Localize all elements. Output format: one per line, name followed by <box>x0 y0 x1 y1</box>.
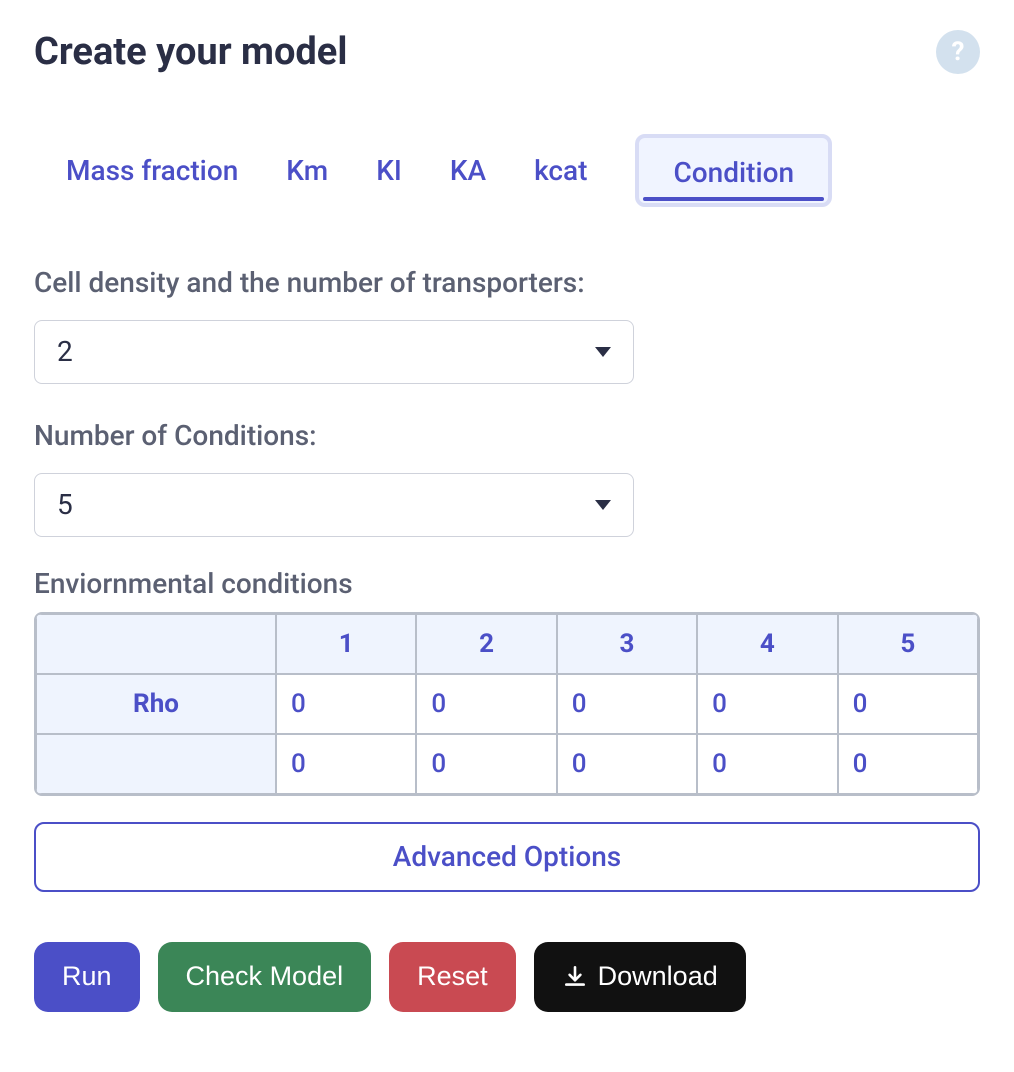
table-cell[interactable]: 0 <box>557 734 697 794</box>
cell-value: 0 <box>417 689 555 719</box>
check-model-button[interactable]: Check Model <box>158 942 372 1012</box>
tab-ka[interactable]: KA <box>450 144 486 197</box>
row-header-rho: Rho <box>36 674 276 734</box>
table-row: 0 0 0 0 0 <box>36 734 978 794</box>
tab-ki[interactable]: KI <box>376 144 402 197</box>
col-header-5: 5 <box>838 614 978 674</box>
cell-value: 0 <box>277 689 415 719</box>
table-cell[interactable]: 0 <box>557 674 697 734</box>
tab-condition[interactable]: Condition <box>635 134 832 207</box>
cell-value: 0 <box>558 749 696 779</box>
page-title: Create your model <box>34 30 347 74</box>
cell-density-value: 2 <box>57 335 73 368</box>
cell-value: 0 <box>698 749 836 779</box>
help-icon[interactable]: ? <box>936 30 980 74</box>
tabs-row: Mass fraction Km KI KA kcat Condition <box>34 134 980 207</box>
col-header-2: 2 <box>416 614 556 674</box>
table-cell[interactable]: 0 <box>276 674 416 734</box>
table-row: Rho 0 0 0 0 0 <box>36 674 978 734</box>
tab-mass-fraction[interactable]: Mass fraction <box>66 144 238 197</box>
table-corner-header <box>36 614 276 674</box>
env-conditions-table: 1 2 3 4 5 Rho 0 0 0 0 0 0 0 0 0 0 <box>34 612 980 796</box>
cell-density-label: Cell density and the number of transport… <box>34 261 980 306</box>
download-label: Download <box>598 961 718 992</box>
col-header-3: 3 <box>557 614 697 674</box>
download-button[interactable]: Download <box>534 942 746 1012</box>
num-conditions-select[interactable]: 5 <box>34 473 634 537</box>
cell-value: 0 <box>277 749 415 779</box>
chevron-down-icon <box>595 347 611 357</box>
col-header-1: 1 <box>276 614 416 674</box>
cell-value: 0 <box>839 749 977 779</box>
table-cell[interactable]: 0 <box>416 734 556 794</box>
table-cell[interactable]: 0 <box>838 734 978 794</box>
num-conditions-value: 5 <box>57 488 73 521</box>
cell-value: 0 <box>558 689 696 719</box>
table-cell[interactable]: 0 <box>276 734 416 794</box>
run-button[interactable]: Run <box>34 942 140 1012</box>
table-cell[interactable]: 0 <box>697 674 837 734</box>
table-cell[interactable]: 0 <box>838 674 978 734</box>
env-conditions-label: Enviornmental conditions <box>34 567 980 600</box>
download-icon <box>562 964 588 990</box>
cell-value: 0 <box>839 689 977 719</box>
button-row: Run Check Model Reset Download <box>34 942 980 1012</box>
cell-value: 0 <box>698 689 836 719</box>
row-header-blank <box>36 734 276 794</box>
table-cell[interactable]: 0 <box>697 734 837 794</box>
reset-button[interactable]: Reset <box>389 942 516 1012</box>
advanced-options-button[interactable]: Advanced Options <box>34 822 980 892</box>
cell-density-select[interactable]: 2 <box>34 320 634 384</box>
col-header-4: 4 <box>697 614 837 674</box>
chevron-down-icon <box>595 500 611 510</box>
tab-kcat[interactable]: kcat <box>534 144 587 197</box>
tab-km[interactable]: Km <box>286 144 328 197</box>
num-conditions-label: Number of Conditions: <box>34 414 980 459</box>
table-cell[interactable]: 0 <box>416 674 556 734</box>
cell-value: 0 <box>417 749 555 779</box>
